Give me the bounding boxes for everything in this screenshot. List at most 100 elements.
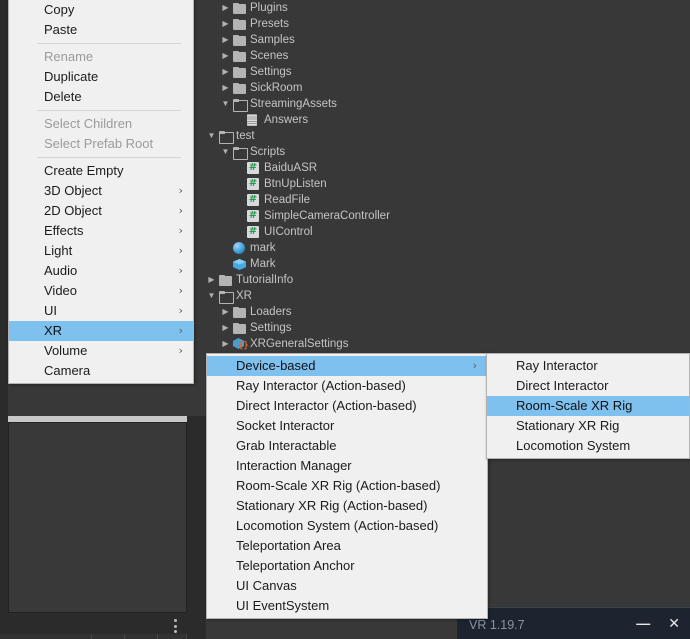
xr-item-direct-interactor-action-based[interactable]: Direct Interactor (Action-based) bbox=[207, 396, 487, 416]
xr-item-ray-interactor-action-based[interactable]: Ray Interactor (Action-based) bbox=[207, 376, 487, 396]
menu-item-light[interactable]: Light › bbox=[9, 241, 193, 261]
xr-item-room-scale-xr-rig-action-based[interactable]: Room-Scale XR Rig (Action-based) bbox=[207, 476, 487, 496]
tree-item-sickroom[interactable]: ▶ SickRoom bbox=[206, 80, 437, 96]
menu-item-effects[interactable]: Effects › bbox=[9, 221, 193, 241]
tree-item-streamingassets[interactable]: ▼ StreamingAssets bbox=[206, 96, 437, 112]
tree-item-test[interactable]: ▼ test bbox=[206, 128, 437, 144]
xr-item-ui-canvas[interactable]: UI Canvas bbox=[207, 576, 487, 596]
twisty-right-icon[interactable]: ▶ bbox=[220, 16, 231, 32]
menu-item-label: Create Empty bbox=[44, 163, 124, 178]
hierarchy-context-menu[interactable]: Copy Paste Rename Duplicate Delete Select Chi… bbox=[8, 0, 194, 384]
device-based-submenu[interactable]: Ray Interactor Direct Interactor Room-Scal… bbox=[486, 353, 690, 459]
tree-item-xrgeneralsettings[interactable]: ▶ XRGeneralSettings bbox=[206, 336, 437, 352]
menu-item-3d-object[interactable]: 3D Object › bbox=[9, 181, 193, 201]
xr-item-socket-interactor[interactable]: Socket Interactor bbox=[207, 416, 487, 436]
menu-item-label: Stationary XR Rig bbox=[516, 418, 620, 433]
xr-item-grab-interactable[interactable]: Grab Interactable bbox=[207, 436, 487, 456]
menu-item-camera[interactable]: Camera bbox=[9, 361, 193, 381]
menu-item-volume[interactable]: Volume › bbox=[9, 341, 193, 361]
menu-item-paste[interactable]: Paste bbox=[9, 20, 193, 40]
tree-item-baiduasr[interactable]: # BaiduASR bbox=[206, 160, 437, 176]
scene-view-panel[interactable] bbox=[8, 422, 187, 613]
tree-item-xr[interactable]: ▼ XR bbox=[206, 288, 437, 304]
xr-item-locomotion-system-action-based[interactable]: Locomotion System (Action-based) bbox=[207, 516, 487, 536]
csharp-script-icon: # bbox=[247, 178, 259, 190]
menu-item-label: Copy bbox=[44, 2, 75, 17]
tree-item-scenes[interactable]: ▶ Scenes bbox=[206, 48, 437, 64]
twisty-down-icon[interactable]: ▼ bbox=[206, 128, 217, 144]
twisty-down-icon[interactable]: ▼ bbox=[206, 288, 217, 304]
twisty-right-icon[interactable]: ▶ bbox=[220, 48, 231, 64]
tree-item-presets[interactable]: ▶ Presets bbox=[206, 16, 437, 32]
project-tree-panel[interactable]: ▶ Plugins ▶ Presets ▶ Samples ▶ Scenes ▶ Settings… bbox=[206, 0, 437, 352]
folder-icon bbox=[233, 0, 247, 16]
menu-item-label: Socket Interactor bbox=[236, 418, 335, 433]
menu-item-audio[interactable]: Audio › bbox=[9, 261, 193, 281]
xr-item-ui-eventsystem[interactable]: UI EventSystem bbox=[207, 596, 487, 616]
tree-item-answers[interactable]: Answers bbox=[206, 112, 437, 128]
twisty-right-icon[interactable]: ▶ bbox=[220, 336, 231, 352]
menu-item-create-empty[interactable]: Create Empty bbox=[9, 161, 193, 181]
tree-item-simplecameracontroller[interactable]: # SimpleCameraController bbox=[206, 208, 437, 224]
twisty-down-icon[interactable]: ▼ bbox=[220, 96, 231, 112]
menu-item-delete[interactable]: Delete bbox=[9, 87, 193, 107]
twisty-right-icon[interactable]: ▶ bbox=[220, 0, 231, 16]
tree-item-mark[interactable]: Mark bbox=[206, 256, 437, 272]
twisty-right-icon[interactable]: ▶ bbox=[220, 64, 231, 80]
menu-item-label: Grab Interactable bbox=[236, 438, 337, 453]
menu-item-video[interactable]: Video › bbox=[9, 281, 193, 301]
tree-item-tutorialinfo[interactable]: ▶ TutorialInfo bbox=[206, 272, 437, 288]
device-item-locomotion-system[interactable]: Locomotion System bbox=[487, 436, 689, 456]
tree-item-btnuplisten[interactable]: # BtnUpListen bbox=[206, 176, 437, 192]
menu-item-select-children: Select Children bbox=[9, 114, 193, 134]
close-icon[interactable]: ✕ bbox=[668, 616, 680, 630]
folder-icon bbox=[233, 32, 247, 48]
tree-item-settings[interactable]: ▶ Settings bbox=[206, 64, 437, 80]
xr-item-stationary-xr-rig-action-based[interactable]: Stationary XR Rig (Action-based) bbox=[207, 496, 487, 516]
tree-item-uicontrol[interactable]: # UIControl bbox=[206, 224, 437, 240]
minimize-icon[interactable]: — bbox=[636, 616, 650, 630]
device-item-stationary-xr-rig[interactable]: Stationary XR Rig bbox=[487, 416, 689, 436]
tree-item-loaders[interactable]: ▶ Loaders bbox=[206, 304, 437, 320]
menu-item-label: Select Children bbox=[44, 116, 133, 131]
bottom-tab-strip[interactable] bbox=[0, 634, 187, 639]
twisty-right-icon[interactable]: ▶ bbox=[206, 272, 217, 288]
chevron-right-icon: › bbox=[178, 324, 183, 337]
twisty-right-icon[interactable]: ▶ bbox=[220, 80, 231, 96]
menu-item-2d-object[interactable]: 2D Object › bbox=[9, 201, 193, 221]
tree-item-label: Samples bbox=[250, 34, 295, 46]
device-item-room-scale-xr-rig[interactable]: Room-Scale XR Rig bbox=[487, 396, 689, 416]
menu-item-xr[interactable]: XR › bbox=[9, 321, 193, 341]
menu-item-label: Direct Interactor bbox=[516, 378, 609, 393]
tree-item-scripts[interactable]: ▼ Scripts bbox=[206, 144, 437, 160]
chevron-right-icon: › bbox=[178, 224, 183, 237]
tree-item-samples[interactable]: ▶ Samples bbox=[206, 32, 437, 48]
menu-item-copy[interactable]: Copy bbox=[9, 0, 193, 20]
menu-item-ui[interactable]: UI › bbox=[9, 301, 193, 321]
xr-item-device-based[interactable]: Device-based › bbox=[207, 356, 487, 376]
xr-item-teleportation-area[interactable]: Teleportation Area bbox=[207, 536, 487, 556]
menu-separator bbox=[37, 157, 181, 158]
tree-item-label: test bbox=[236, 130, 255, 142]
menu-item-label: Video bbox=[44, 283, 78, 298]
menu-item-label: UI EventSystem bbox=[236, 598, 330, 613]
device-item-ray-interactor[interactable]: Ray Interactor bbox=[487, 356, 689, 376]
twisty-right-icon[interactable]: ▶ bbox=[220, 304, 231, 320]
device-item-direct-interactor[interactable]: Direct Interactor bbox=[487, 376, 689, 396]
menu-item-duplicate[interactable]: Duplicate bbox=[9, 67, 193, 87]
xr-item-teleportation-anchor[interactable]: Teleportation Anchor bbox=[207, 556, 487, 576]
tree-item-plugins[interactable]: ▶ Plugins bbox=[206, 0, 437, 16]
tree-item-readfile[interactable]: # ReadFile bbox=[206, 192, 437, 208]
twisty-right-icon[interactable]: ▶ bbox=[220, 32, 231, 48]
twisty-right-icon[interactable]: ▶ bbox=[220, 320, 231, 336]
xr-submenu[interactable]: Device-based › Ray Interactor (Action-base… bbox=[206, 353, 488, 619]
menu-item-label: 2D Object bbox=[44, 203, 102, 218]
vr-app-window[interactable]: VR 1.19.7 — ✕ bbox=[457, 607, 690, 639]
more-options-icon[interactable] bbox=[174, 619, 178, 633]
menu-item-label: Duplicate bbox=[44, 69, 99, 84]
tree-item-label: SickRoom bbox=[250, 82, 303, 94]
xr-item-interaction-manager[interactable]: Interaction Manager bbox=[207, 456, 487, 476]
tree-item-mark[interactable]: mark bbox=[206, 240, 437, 256]
tree-item-settings[interactable]: ▶ Settings bbox=[206, 320, 437, 336]
twisty-down-icon[interactable]: ▼ bbox=[220, 144, 231, 160]
